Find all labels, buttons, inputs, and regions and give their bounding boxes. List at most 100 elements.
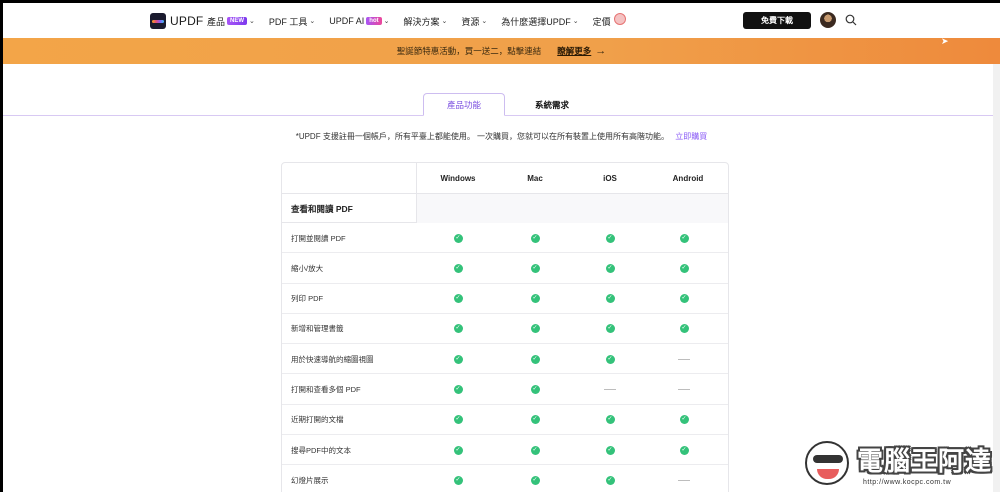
support-cell: ✓ [515,253,555,283]
hot-badge: hot [366,17,382,25]
chevron-down-icon: ⌄ [383,18,390,25]
table-row: 搜尋PDF中的文本 ✓ ✓ ✓ ✓ [282,435,728,466]
top-nav: UPDF 產品 NEW ⌄ PDF 工具 ⌄ UPDF AI hot ⌄ 解決方… [3,3,1000,38]
support-cell: ✓ [664,284,704,314]
learn-more-link[interactable]: 瞭解更多 [557,45,591,57]
support-cell: ✓ [438,253,478,283]
arrow-right-icon: → [595,45,607,57]
screen-frame: UPDF 產品 NEW ⌄ PDF 工具 ⌄ UPDF AI hot ⌄ 解決方… [0,0,1000,492]
check-icon: ✓ [453,415,463,425]
logo[interactable]: UPDF [150,13,203,29]
chevron-down-icon: ⌄ [572,18,579,25]
support-cell: ✓ [590,253,630,283]
support-cell: ✓ [664,314,704,344]
chevron-down-icon: ⌄ [309,18,316,25]
support-cell: ✓ [515,405,555,435]
header-divider [416,163,417,223]
menu-item-resources[interactable]: 資源 ⌄ [461,13,487,29]
check-icon: ✓ [679,445,689,455]
updf-logo-icon [150,13,166,29]
support-cell [664,344,704,374]
menu-item-updf-ai[interactable]: UPDF AI hot ⌄ [329,13,389,29]
feature-rows: 打開並閱讀 PDF ✓ ✓ ✓ ✓ 縮小/放大 ✓ ✓ ✓ ✓ 列印 PDF ✓ ✓ ✓ ✓ 新增和管理書籤 ✓… [282,223,728,492]
table-row: 打開並閱讀 PDF ✓ ✓ ✓ ✓ [282,223,728,254]
menu-item-label: 資源 [461,16,480,27]
check-icon: ✓ [679,263,689,273]
check-icon: ✓ [605,324,615,334]
check-icon: ✓ [605,445,615,455]
check-icon: ✓ [530,445,540,455]
promo-text: 聖誕節特惠活動，買一送二，點擊連結 [396,46,542,56]
check-icon: ✓ [530,384,540,394]
mouse-cursor-icon: ➤ [941,36,949,46]
check-icon: ✓ [453,294,463,304]
check-icon: ✓ [453,384,463,394]
menu-item-why-updf[interactable]: 為什麼選擇UPDF ⌄ [501,13,578,29]
menu-item-pdf-tools[interactable]: PDF 工具 ⌄ [269,13,315,29]
check-icon: ✓ [530,475,540,485]
tab-product-features[interactable]: 產品功能 [423,93,505,116]
feature-label: 新增和管理書籤 [291,324,344,334]
menu-item-pricing[interactable]: 定價 [593,13,626,29]
check-icon: ✓ [453,324,463,334]
support-cell: ✓ [515,223,555,253]
section-row: 查看和閱讀 PDF [282,194,728,223]
christmas-ornament-icon [613,13,626,25]
support-cell: ✓ [438,435,478,465]
support-cell: ✓ [664,253,704,283]
support-cell: ✓ [438,374,478,404]
support-cell: ✓ [590,223,630,253]
support-cell: ✓ [515,465,555,492]
support-cell: ✓ [590,344,630,374]
check-icon: ✓ [605,263,615,273]
feature-table: Windows Mac iOS Android 查看和閱讀 PDF 打開並閱讀 … [281,162,729,492]
support-cell: ✓ [515,374,555,404]
check-icon: ✓ [530,354,540,364]
check-icon: ✓ [679,415,689,425]
support-cell [664,465,704,492]
menu-item-label: 產品 [207,16,226,27]
feature-label: 列印 PDF [291,294,324,304]
support-cell: ✓ [664,435,704,465]
table-row: 用於快速導航的縮圖視圖 ✓ ✓ ✓ [282,344,728,375]
free-download-button[interactable]: 免費下載 [743,12,811,29]
tab-system-requirements[interactable]: 系統需求 [511,93,593,116]
section-title: 查看和閱讀 PDF [291,203,353,214]
support-cell [590,374,630,404]
feature-label: 縮小/放大 [291,263,324,273]
note-text: *UPDF 支援註冊一個帳戶，所有平臺上都能使用。 一次購買，您就可以在所有裝置… [295,132,670,141]
feature-label: 搜尋PDF中的文本 [291,445,351,455]
menu-item-products[interactable]: 產品 NEW ⌄ [207,13,255,29]
dash-icon [678,358,690,360]
feature-label: 幻燈片展示 [291,475,329,485]
menu-item-solutions[interactable]: 解決方案 ⌄ [404,13,448,29]
check-icon: ✓ [453,263,463,273]
mascot-face-icon [805,441,849,485]
support-cell: ✓ [515,344,555,374]
dash-icon [604,388,616,390]
menu-item-label: PDF 工具 [268,16,308,27]
table-header: Windows Mac iOS Android [282,163,728,194]
check-icon: ✓ [530,415,540,425]
support-cell [664,374,704,404]
support-cell: ✓ [438,223,478,253]
main-menu: 產品 NEW ⌄ PDF 工具 ⌄ UPDF AI hot ⌄ 解決方案 ⌄ 資… [207,13,640,29]
chevron-down-icon: ⌄ [249,18,255,25]
table-row: 幻燈片展示 ✓ ✓ ✓ [282,465,728,492]
avatar[interactable] [820,12,836,28]
watermark-title: 電腦王阿達 [857,446,993,476]
scrollbar[interactable] [993,64,1000,492]
dash-icon [678,388,690,390]
check-icon: ✓ [605,294,615,304]
search-icon[interactable] [845,14,857,26]
feature-label: 打開和查看多個 PDF [291,384,361,394]
menu-item-label: 為什麼選擇UPDF [501,16,571,27]
check-icon: ✓ [605,233,615,243]
col-header-android: Android [672,174,704,183]
watermark-logo: 電腦王阿達 http://www.kocpc.com.tw [803,435,1000,492]
support-cell: ✓ [590,465,630,492]
support-cell: ✓ [590,435,630,465]
buy-now-link[interactable]: 立即購買 [675,132,707,141]
support-cell: ✓ [438,284,478,314]
check-icon: ✓ [453,354,463,364]
